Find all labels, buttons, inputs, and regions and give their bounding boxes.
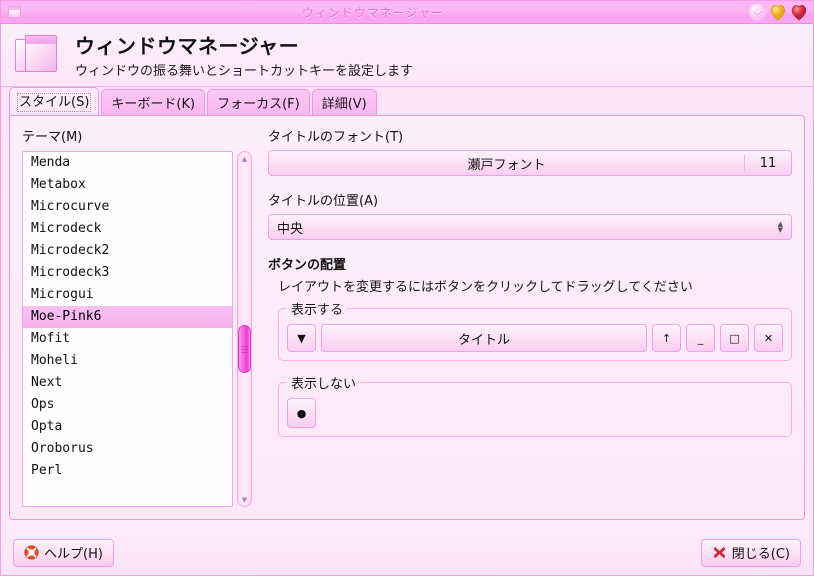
lifebuoy-icon [24, 545, 39, 560]
tab-focus-label: フォーカス(F) [217, 97, 300, 112]
title-placeholder[interactable]: タイトル [321, 324, 647, 352]
theme-list[interactable]: Menda Metabox Microcurve Microdeck Micro… [22, 151, 233, 507]
list-item[interactable]: Next [23, 372, 232, 394]
tab-keyboard-label: キーボード(K) [111, 97, 196, 112]
window-controls: ⟱ [749, 3, 813, 21]
close-button[interactable]: ✕ [754, 324, 783, 352]
dialog-header: ウィンドウマネージャー ウィンドウの振る舞いとショートカットキーを設定します [1, 24, 813, 87]
list-item[interactable]: Mofit [23, 328, 232, 350]
list-item[interactable]: Microdeck [23, 218, 232, 240]
title-align-select[interactable]: 中央 ▲ ▼ [268, 214, 792, 240]
window-title: ウィンドウマネージャー [301, 5, 445, 20]
title-font-name: 瀬戸フォント [467, 157, 546, 173]
maximize-button[interactable] [769, 4, 787, 21]
list-item[interactable]: Microcurve [23, 196, 232, 218]
red-x-icon [713, 546, 726, 559]
header-text: ウィンドウマネージャー ウィンドウの振る舞いとショートカットキーを設定します [75, 34, 413, 79]
yellow-heart-icon [770, 4, 786, 20]
help-button-label: ヘルプ(H) [44, 547, 103, 562]
settings-section: タイトルのフォント(T) 瀬戸フォント 11 タイトルの位置(A) 中央 ▲ ▼ … [268, 126, 792, 507]
list-item[interactable]: Microdeck2 [23, 240, 232, 262]
close-button[interactable] [790, 4, 808, 21]
stick-button[interactable]: ● [287, 398, 316, 428]
list-item[interactable]: Ops [23, 394, 232, 416]
title-align-value: 中央 [277, 221, 304, 237]
tab-advanced-label: 詳細(V) [321, 97, 367, 112]
maximize-button[interactable]: □ [720, 324, 749, 352]
red-heart-icon [791, 4, 807, 20]
hidden-buttons-row: ● [287, 398, 783, 428]
list-item[interactable]: Opta [23, 416, 232, 438]
list-item[interactable]: Oroborus [23, 438, 232, 460]
page-title: ウィンドウマネージャー [75, 33, 300, 58]
tab-style-label: スタイル(S) [16, 93, 92, 112]
title-font-button[interactable]: 瀬戸フォント 11 [268, 150, 792, 176]
shown-buttons-legend: 表示する [291, 303, 344, 318]
scroll-down-icon[interactable]: ▼ [238, 493, 251, 506]
tab-advanced[interactable]: 詳細(V) [311, 89, 377, 116]
dialog-action-bar: ヘルプ(H) 閉じる(C) [1, 530, 813, 575]
shade-arrow-icon: ⟱ [749, 3, 766, 21]
help-button[interactable]: ヘルプ(H) [13, 538, 114, 567]
title-font-size: 11 [759, 155, 777, 171]
minimize-button[interactable]: _ [686, 324, 715, 352]
scrollbar-track[interactable] [238, 165, 251, 493]
shown-buttons-row: ▼ タイトル ↑ _ □ ✕ [287, 324, 783, 352]
chevron-updown-icon: ▲ ▼ [777, 220, 783, 234]
scrollbar-thumb[interactable] [238, 325, 251, 373]
shown-buttons-group: 表示する ▼ タイトル ↑ _ □ ✕ [278, 299, 792, 361]
shade-button[interactable]: ↑ [652, 324, 681, 352]
list-item[interactable]: Perl [23, 460, 232, 482]
window-manager-window: ウィンドウマネージャー ⟱ ウィンドウマネージャー ウィンドウの振る舞いとショー… [0, 0, 814, 576]
style-tab-panel: テーマ(M) Menda Metabox Microcurve Microdec… [9, 115, 805, 520]
scroll-up-icon[interactable]: ▲ [238, 152, 251, 165]
title-align-label: タイトルの位置(A) [268, 194, 379, 209]
list-item[interactable]: Microdeck3 [23, 262, 232, 284]
tab-focus[interactable]: フォーカス(F) [207, 89, 310, 116]
theme-label: テーマ(M) [22, 130, 83, 145]
list-item-selected[interactable]: Moe-Pink6 [23, 306, 232, 328]
hidden-buttons-group: 表示しない ● [278, 373, 792, 437]
list-item[interactable]: Metabox [23, 174, 232, 196]
hidden-buttons-legend: 表示しない [291, 377, 357, 392]
title-bar: ウィンドウマネージャー ⟱ [1, 1, 813, 24]
tab-bar: スタイル(S) キーボード(K) フォーカス(F) 詳細(V) [1, 87, 813, 116]
page-subtitle: ウィンドウの振る舞いとショートカットキーを設定します [75, 63, 414, 79]
title-font-label: タイトルのフォント(T) [268, 130, 404, 145]
list-item[interactable]: Microgui [23, 284, 232, 306]
menu-button[interactable]: ▼ [287, 324, 316, 352]
window-stack-icon [7, 6, 21, 18]
list-item[interactable]: Moheli [23, 350, 232, 372]
theme-list-scrollbar[interactable]: ▲ ▼ [237, 151, 252, 507]
shade-button[interactable]: ⟱ [749, 3, 766, 21]
button-layout-hint: レイアウトを変更するにはボタンをクリックしてドラッグしてください [278, 280, 693, 295]
close-dialog-button[interactable]: 閉じる(C) [700, 538, 801, 567]
button-layout-title: ボタンの配置 [268, 258, 347, 273]
window-stack-icon [15, 33, 61, 79]
close-dialog-button-label: 閉じる(C) [731, 547, 790, 562]
list-item[interactable]: Menda [23, 152, 232, 174]
tab-style[interactable]: スタイル(S) [9, 87, 100, 115]
theme-list-wrap: Menda Metabox Microcurve Microdeck Micro… [22, 151, 252, 507]
scrollbar-grip-icon [241, 344, 248, 355]
theme-section: テーマ(M) Menda Metabox Microcurve Microdec… [22, 126, 252, 507]
tab-keyboard[interactable]: キーボード(K) [101, 89, 206, 116]
